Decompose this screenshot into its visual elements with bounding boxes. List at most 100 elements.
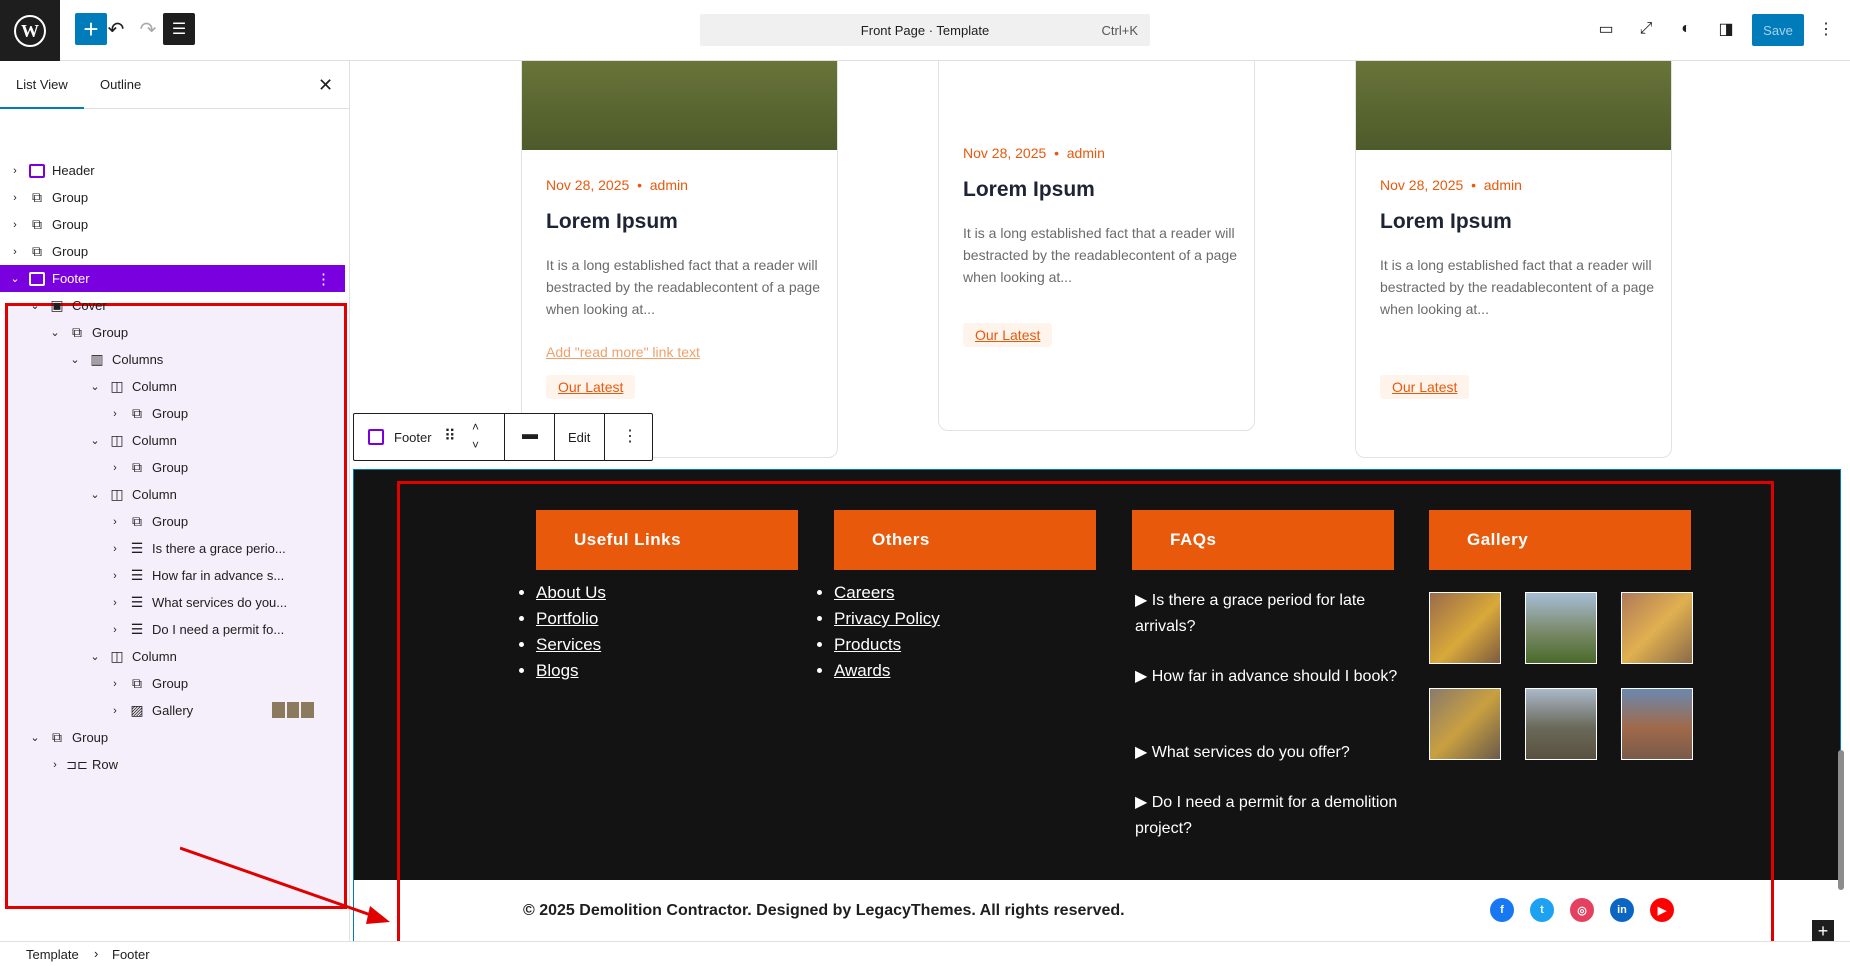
breadcrumb-item-template[interactable]: Template — [26, 947, 79, 962]
chevron-right-icon[interactable]: › — [8, 219, 22, 231]
chevron-down-icon[interactable]: ⌄ — [68, 353, 82, 366]
edit-button[interactable]: Edit — [568, 430, 590, 445]
chevron-down-icon[interactable]: ⌄ — [48, 326, 62, 339]
group-icon: ⧉ — [132, 675, 142, 691]
chevron-right-icon: › — [94, 946, 99, 961]
our-latest-button[interactable]: Our Latest — [963, 323, 1053, 347]
chevron-right-icon[interactable]: › — [108, 543, 122, 555]
sidebar-item-label: Column — [132, 433, 177, 448]
sidebar-item-row[interactable]: › ⊐⊏ Row — [0, 751, 345, 778]
chevron-right-icon[interactable]: › — [48, 759, 62, 771]
list-view-sidebar: List View Outline ✕ › Header › ⧉ Group › ⧉ Grou… — [0, 61, 350, 941]
sidebar-item-group[interactable]: ⌄ ⧉ Group — [0, 319, 345, 346]
sidebar-item-group[interactable]: › ⧉ Group — [0, 670, 345, 697]
chevron-down-icon[interactable]: ⌄ — [28, 731, 42, 744]
chevron-right-icon[interactable]: › — [8, 192, 22, 204]
document-overview-icon[interactable]: ☰ — [163, 13, 195, 45]
sidebar-item-group[interactable]: › ⧉ Group — [0, 400, 345, 427]
chevron-down-icon[interactable]: ⌄ — [88, 650, 102, 663]
sidebar-item-how-far-in-advance-s[interactable]: › ☰ How far in advance s... — [0, 562, 345, 589]
more-options-icon[interactable]: ⋮ — [622, 426, 638, 446]
sidebar-item-label: Group — [152, 514, 189, 529]
settings-sidebar-icon[interactable]: ◨ — [1710, 13, 1742, 45]
chevron-right-icon[interactable]: › — [108, 570, 122, 582]
our-latest-button[interactable]: Our Latest — [1380, 375, 1470, 399]
sidebar-item-label: Group — [92, 325, 129, 340]
sidebar-item-group[interactable]: › ⧉ Group — [0, 454, 345, 481]
align-icon[interactable]: ▬ — [522, 426, 538, 444]
chevron-down-icon[interactable]: ⌄ — [28, 299, 42, 312]
post-meta: Nov 28, 2025 • admin — [1380, 177, 1522, 193]
chevron-right-icon[interactable]: › — [108, 408, 122, 420]
details-icon: ☰ — [130, 621, 144, 637]
post-card: Nov 28, 2025 • admin Lorem Ipsum It is a… — [1355, 61, 1672, 458]
svg-text:W: W — [21, 21, 39, 41]
close-icon[interactable]: ✕ — [318, 75, 333, 96]
post-author[interactable]: admin — [1067, 145, 1105, 161]
chevron-down-icon[interactable]: ⌄ — [88, 488, 102, 501]
chevron-right-icon[interactable]: › — [8, 165, 22, 177]
drag-handle-icon[interactable]: ⠿ — [444, 426, 456, 446]
undo-icon[interactable]: ↶ — [100, 13, 132, 45]
breadcrumb-item-footer[interactable]: Footer — [112, 947, 150, 962]
sidebar-item-column[interactable]: ⌄ ◫ Column — [0, 481, 345, 508]
divider — [504, 414, 505, 460]
chevron-right-icon[interactable]: › — [108, 597, 122, 609]
sidebar-item-column[interactable]: ⌄ ◫ Column — [0, 427, 345, 454]
sidebar-item-group[interactable]: ⌄ ⧉ Group — [0, 724, 345, 751]
block-type-label[interactable]: Footer — [394, 430, 432, 445]
tab-outline[interactable]: Outline — [100, 61, 141, 109]
redo-icon[interactable]: ↷ — [132, 13, 164, 45]
sidebar-item-group[interactable]: › ⧉ Group — [0, 508, 345, 535]
sidebar-item-group[interactable]: › ⧉ Group — [0, 211, 345, 238]
sidebar-item-column[interactable]: ⌄ ◫ Column — [0, 373, 345, 400]
sidebar-item-gallery[interactable]: › ▨ Gallery — [0, 697, 345, 724]
sidebar-item-group[interactable]: › ⧉ Group — [0, 238, 345, 265]
chevron-down-icon[interactable]: ⌄ — [88, 434, 102, 447]
group-icon: ⧉ — [132, 513, 142, 529]
sidebar-item-header[interactable]: › Header — [0, 157, 345, 184]
post-title[interactable]: Lorem Ipsum — [1380, 210, 1512, 234]
chevron-right-icon[interactable]: › — [108, 705, 122, 717]
post-title[interactable]: Lorem Ipsum — [963, 178, 1095, 202]
desktop-preview-icon[interactable]: ▭ — [1590, 13, 1622, 45]
sidebar-item-footer[interactable]: ⌄ Footer ⋮ — [0, 265, 345, 292]
sidebar-item-do-i-need-a-permit-fo[interactable]: › ☰ Do I need a permit fo... — [0, 616, 345, 643]
move-up-down-icon[interactable]: ˄ ˅ — [472, 418, 479, 454]
chevron-right-icon[interactable]: › — [108, 462, 122, 474]
styles-icon[interactable]: ◐ — [1670, 13, 1702, 45]
sidebar-item-label: Column — [132, 379, 177, 394]
sidebar-item-what-services-do-you[interactable]: › ☰ What services do you... — [0, 589, 345, 616]
scrollbar[interactable] — [1838, 750, 1844, 890]
sidebar-item-columns[interactable]: ⌄ ▥ Columns — [0, 346, 345, 373]
sidebar-item-group[interactable]: › ⧉ Group — [0, 184, 345, 211]
post-title[interactable]: Lorem Ipsum — [546, 210, 678, 234]
breadcrumb: Template › Footer — [0, 941, 1850, 966]
fullscreen-icon[interactable]: ⤢ — [1630, 13, 1662, 45]
chevron-right-icon[interactable]: › — [8, 246, 22, 258]
chevron-right-icon[interactable]: › — [108, 516, 122, 528]
save-button[interactable]: Save — [1752, 14, 1804, 46]
post-author[interactable]: admin — [650, 177, 688, 193]
tab-list-view[interactable]: List View — [0, 61, 84, 109]
block-options-icon[interactable]: ⋮ — [316, 270, 331, 288]
sidebar-item-cover[interactable]: ⌄ ▣ Cover — [0, 292, 345, 319]
our-latest-button[interactable]: Our Latest — [546, 375, 636, 399]
chevron-right-icon[interactable]: › — [108, 624, 122, 636]
chevron-down-icon[interactable]: ⌄ — [8, 272, 22, 285]
post-image — [522, 61, 837, 150]
command-palette-bar[interactable]: Front Page · Template Ctrl+K — [700, 14, 1150, 46]
chevron-right-icon[interactable]: › — [108, 678, 122, 690]
wordpress-logo-icon[interactable]: W — [0, 0, 60, 61]
post-author[interactable]: admin — [1484, 177, 1522, 193]
read-more-placeholder[interactable]: Add "read more" link text — [546, 344, 700, 360]
add-block-inline-button[interactable]: + — [1812, 920, 1834, 942]
post-card: Nov 28, 2025 • admin Lorem Ipsum It is a… — [938, 61, 1255, 431]
chevron-down-icon[interactable]: ⌄ — [88, 380, 102, 393]
sidebar-item-is-there-a-grace-perio[interactable]: › ☰ Is there a grace perio... — [0, 535, 345, 562]
options-icon[interactable]: ⋮ — [1810, 13, 1842, 45]
sidebar-item-column[interactable]: ⌄ ◫ Column — [0, 643, 345, 670]
sidebar-item-label: Column — [132, 487, 177, 502]
document-title: Front Page · Template — [860, 23, 990, 38]
sidebar-item-label: Header — [52, 163, 95, 178]
